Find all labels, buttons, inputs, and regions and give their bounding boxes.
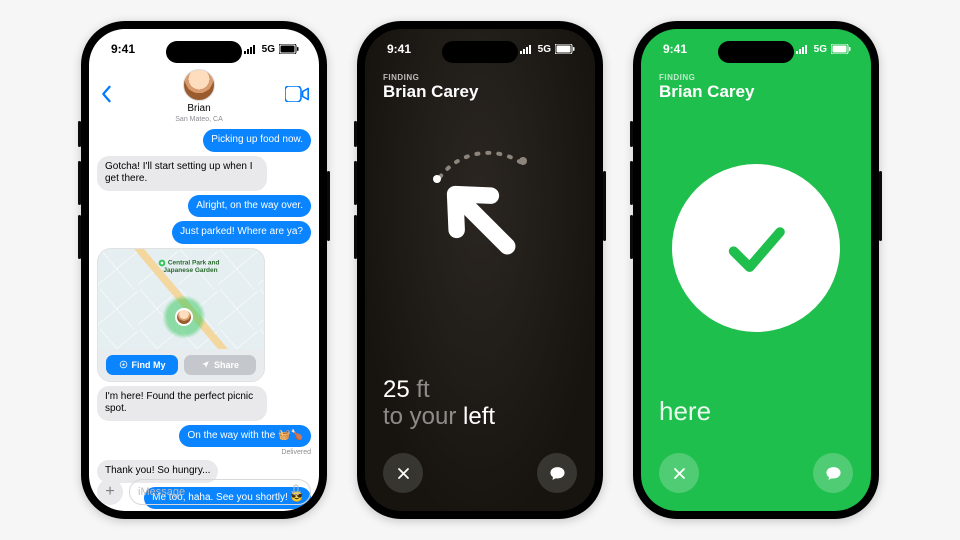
message-composer: + iMessage — [97, 479, 311, 505]
distance-value: 25 — [383, 376, 410, 403]
contact-avatar — [183, 69, 215, 101]
close-button[interactable] — [659, 453, 699, 493]
finding-label: FINDING — [383, 73, 577, 82]
dynamic-island — [166, 41, 242, 63]
contact-name: Brian — [187, 103, 210, 114]
message-input[interactable]: iMessage — [129, 479, 311, 505]
message-outgoing[interactable]: Just parked! Where are ya? — [172, 221, 311, 244]
signal-icon — [796, 44, 810, 54]
checkmark-icon — [716, 208, 796, 288]
status-time: 9:41 — [387, 42, 411, 56]
direction-prefix: to your — [383, 403, 463, 430]
message-placeholder: iMessage — [138, 486, 185, 498]
message-incoming[interactable]: I'm here! Found the perfect picnic spot. — [97, 386, 267, 421]
direction-arc — [425, 147, 535, 187]
map-avatar — [175, 308, 193, 326]
distance-readout: 25 ft to your left — [383, 376, 495, 431]
close-icon — [672, 466, 687, 481]
message-thread[interactable]: Picking up food now. Gotcha! I'll start … — [89, 129, 319, 509]
iphone-precision-finding-green: 9:41 5G FINDING Brian Carey here — [633, 21, 879, 519]
direction-word: left — [463, 403, 495, 430]
share-icon — [201, 360, 210, 369]
network-label: 5G — [814, 44, 827, 55]
close-icon — [396, 466, 411, 481]
share-button[interactable]: Share — [184, 355, 256, 375]
status-time: 9:41 — [663, 42, 687, 56]
location-share-card[interactable]: Central Park and Japanese Garden Find My… — [97, 248, 265, 382]
message-button[interactable] — [537, 453, 577, 493]
signal-icon — [244, 44, 258, 54]
dynamic-island — [442, 41, 518, 63]
facetime-button[interactable] — [285, 86, 309, 107]
dynamic-island — [718, 41, 794, 63]
battery-icon — [831, 44, 851, 54]
battery-icon — [555, 44, 575, 54]
arrived-indicator — [672, 164, 840, 332]
map-location-halo — [162, 295, 206, 339]
network-label: 5G — [538, 44, 551, 55]
contact-location: San Mateo, CA — [175, 116, 222, 123]
conversation-header: Brian San Mateo, CA — [89, 69, 319, 129]
message-button[interactable] — [813, 453, 853, 493]
finding-name: Brian Carey — [383, 82, 577, 102]
map-place-callout: Central Park and Japanese Garden — [158, 259, 219, 274]
message-outgoing[interactable]: On the way with the 🧺🍗 — [179, 425, 311, 448]
iphone-precision-finding-dark: 9:41 5G FINDING Brian Carey — [357, 21, 603, 519]
distance-unit: ft — [416, 376, 429, 403]
message-incoming[interactable]: Gotcha! I'll start setting up when I get… — [97, 156, 267, 191]
battery-icon — [279, 44, 299, 54]
delivered-label: Delivered — [281, 449, 311, 456]
iphone-messages: 9:41 5G Brian San Mateo, CA Picking up f… — [81, 21, 327, 519]
message-outgoing[interactable]: Picking up food now. — [203, 129, 311, 152]
close-button[interactable] — [383, 453, 423, 493]
dictate-icon[interactable] — [290, 484, 302, 500]
signal-icon — [520, 44, 534, 54]
direction-indicator — [365, 129, 595, 309]
findmy-icon — [119, 360, 128, 369]
message-icon — [549, 465, 566, 482]
finding-label: FINDING — [659, 73, 853, 82]
attach-button[interactable]: + — [97, 479, 123, 505]
status-time: 9:41 — [111, 42, 135, 56]
contact-info[interactable]: Brian San Mateo, CA — [175, 69, 222, 123]
finding-title: FINDING Brian Carey — [641, 69, 871, 102]
arrived-label: here — [659, 396, 711, 427]
finding-name: Brian Carey — [659, 82, 853, 102]
finding-title: FINDING Brian Carey — [365, 69, 595, 102]
network-label: 5G — [262, 44, 275, 55]
message-icon — [825, 465, 842, 482]
back-button[interactable] — [99, 85, 113, 108]
findmy-button[interactable]: Find My — [106, 355, 178, 375]
message-outgoing[interactable]: Alright, on the way over. — [188, 195, 311, 218]
map-preview: Central Park and Japanese Garden — [98, 249, 264, 349]
